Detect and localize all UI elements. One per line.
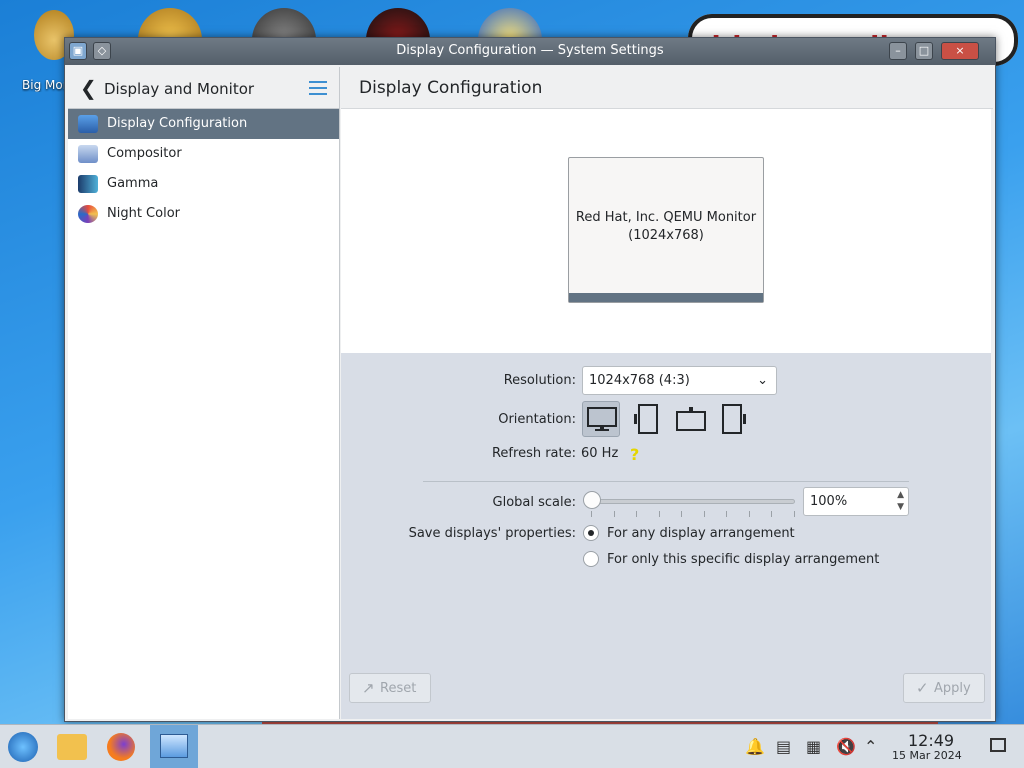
refresh-rate-label: Refresh rate:	[491, 446, 576, 461]
sidebar-item-compositor[interactable]: Compositor	[68, 139, 339, 169]
show-desktop-icon[interactable]	[990, 738, 1006, 752]
orientation-landscape-button[interactable]	[582, 401, 620, 437]
window-title: Display Configuration — System Settings	[396, 43, 664, 58]
radio-specific-arrangement-label[interactable]: For only this specific display arrangeme…	[607, 552, 879, 567]
apply-label: Apply	[934, 681, 971, 696]
monitor-bar	[569, 293, 763, 302]
hamburger-menu-icon[interactable]	[309, 81, 327, 95]
resolution-select[interactable]: 1024x768 (4:3) ⌄	[582, 366, 777, 395]
compositor-icon	[78, 145, 98, 163]
separator	[423, 481, 909, 482]
maximize-button[interactable]: □	[915, 42, 933, 60]
titlebar[interactable]: ▣ ◇ Display Configuration — System Setti…	[65, 38, 995, 65]
volume-muted-icon[interactable]: 🔇	[836, 737, 856, 756]
taskbar-file-manager[interactable]	[48, 725, 96, 768]
chevron-up-icon[interactable]: ⌃	[864, 737, 877, 756]
orientation-label: Orientation:	[498, 412, 576, 427]
orientation-portrait-left-button[interactable]	[627, 401, 665, 437]
firefox-icon	[107, 733, 135, 761]
chevron-down-icon: ⌄	[757, 373, 768, 388]
start-orb-icon	[8, 732, 38, 762]
reset-label: Reset	[380, 681, 417, 696]
slider-ticks	[591, 511, 795, 517]
display-settings-form: Resolution: 1024x768 (4:3) ⌄ Orientation…	[341, 353, 991, 719]
help-icon[interactable]: ?	[630, 445, 639, 464]
minimize-button[interactable]: –	[889, 42, 907, 60]
global-scale-label: Global scale:	[492, 495, 576, 510]
save-properties-label: Save displays' properties:	[408, 526, 576, 541]
system-settings-icon	[160, 734, 188, 758]
radio-any-arrangement[interactable]	[583, 525, 599, 541]
monitor-icon	[78, 115, 98, 133]
sidebar-item-gamma[interactable]: Gamma	[68, 169, 339, 199]
apply-button[interactable]: ✓ Apply	[903, 673, 985, 703]
sidebar-header: ❮ Display and Monitor	[68, 67, 339, 109]
monitor-name: Red Hat, Inc. QEMU Monitor	[575, 210, 757, 225]
folder-icon	[57, 734, 87, 760]
sidebar-item-display-configuration[interactable]: Display Configuration	[68, 109, 339, 139]
radio-any-arrangement-label[interactable]: For any display arrangement	[607, 526, 795, 541]
system-settings-window: ▣ ◇ Display Configuration — System Setti…	[64, 37, 996, 722]
main-panel: Display Configuration Red Hat, Inc. QEMU…	[341, 67, 993, 719]
checkmark-icon: ✓	[916, 679, 929, 697]
sidebar-item-label: Compositor	[107, 146, 182, 161]
reset-icon: ↗	[362, 679, 375, 697]
close-button[interactable]: ×	[941, 42, 979, 60]
clock-time[interactable]: 12:49	[908, 731, 954, 750]
global-scale-slider[interactable]	[591, 499, 795, 504]
spin-arrows-icon[interactable]: ▲ ▼	[897, 489, 904, 513]
sidebar-item-night-color[interactable]: Night Color	[68, 199, 339, 229]
refresh-rate-value: 60 Hz	[581, 446, 619, 461]
notifications-icon[interactable]: 🔔	[745, 737, 765, 756]
monitor-resolution: (1024x768)	[628, 228, 704, 243]
back-arrow-icon[interactable]: ❮	[80, 76, 97, 100]
resolution-label: Resolution:	[503, 373, 576, 388]
reset-button[interactable]: ↗ Reset	[349, 673, 431, 703]
resolution-value: 1024x768 (4:3)	[589, 373, 690, 388]
clock-date[interactable]: 15 Mar 2024	[892, 749, 962, 762]
radio-specific-arrangement[interactable]	[583, 551, 599, 567]
sidebar-item-label: Night Color	[107, 206, 180, 221]
monitor-label: Red Hat, Inc. QEMU Monitor (1024x768)	[569, 209, 763, 245]
night-color-icon	[78, 205, 98, 223]
global-scale-spinbox[interactable]: 100% ▲ ▼	[803, 487, 909, 516]
slider-handle[interactable]	[583, 491, 601, 509]
main-header: Display Configuration	[341, 67, 993, 109]
orientation-inverted-button[interactable]	[672, 401, 710, 437]
start-menu-button[interactable]	[0, 725, 48, 768]
sidebar-title: Display and Monitor	[104, 80, 255, 98]
taskbar-system-settings[interactable]	[150, 725, 198, 768]
display-preview: Red Hat, Inc. QEMU Monitor (1024x768)	[341, 109, 991, 353]
taskbar: 🔔 ▤ ▦ 🔇 ⌃ 12:49 15 Mar 2024	[0, 724, 1024, 768]
taskbar-firefox[interactable]	[98, 725, 146, 768]
page-title: Display Configuration	[359, 78, 543, 98]
battery-icon[interactable]: ▦	[806, 737, 821, 756]
clipboard-icon[interactable]: ▤	[776, 737, 791, 756]
gamma-icon	[78, 175, 98, 193]
sidebar-item-label: Gamma	[107, 176, 159, 191]
desktop-icon-label[interactable]: Big Money Deluxe	[22, 78, 64, 92]
orientation-portrait-right-button[interactable]	[717, 401, 755, 437]
sidebar: ❮ Display and Monitor Display Configurat…	[68, 67, 340, 719]
global-scale-value: 100%	[810, 494, 848, 509]
monitor-preview[interactable]: Red Hat, Inc. QEMU Monitor (1024x768)	[568, 157, 764, 303]
sidebar-item-label: Display Configuration	[107, 116, 248, 131]
